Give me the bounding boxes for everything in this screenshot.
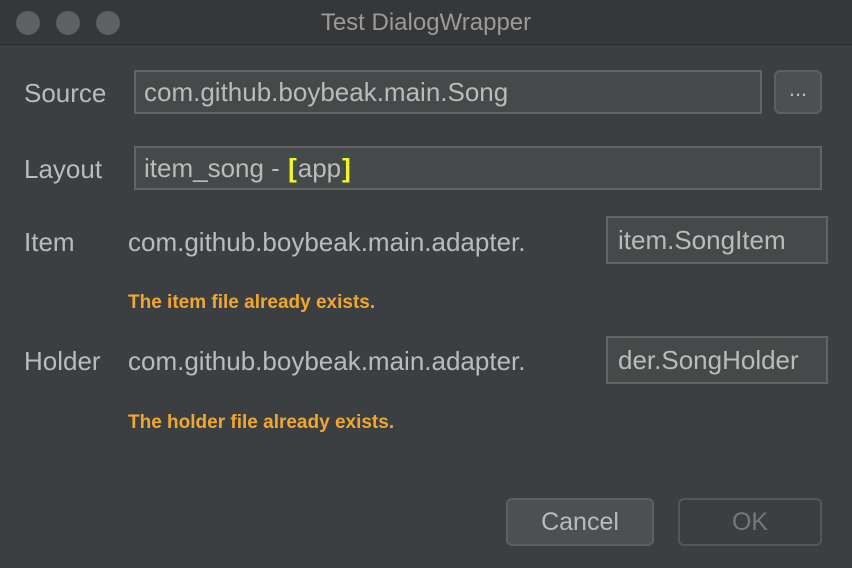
title-bar: Test DialogWrapper (0, 0, 852, 45)
holder-warning: The holder file already exists. (128, 412, 395, 433)
item-field[interactable]: item.SongItem (606, 216, 828, 264)
ok-button[interactable]: OK (678, 498, 822, 546)
holder-label: Holder (24, 346, 101, 376)
holder-field[interactable]: der.SongHolder (606, 336, 828, 384)
layout-bracket-close: ] (341, 152, 352, 184)
item-warning: The item file already exists. (128, 292, 376, 313)
layout-field-prefix: item_song - (144, 152, 288, 183)
layout-field[interactable]: item_song - [app] (134, 146, 822, 190)
layout-label: Layout (24, 154, 103, 184)
source-label: Source (24, 78, 107, 108)
holder-package-prefix: com.github.boybeak.main.adapter. (128, 346, 526, 376)
holder-field-value: der.SongHolder (618, 344, 799, 375)
layout-module: app (297, 152, 342, 183)
item-label: Item (24, 227, 75, 257)
browse-button[interactable]: ... (774, 70, 822, 114)
source-field-value: com.github.boybeak.main.Song (144, 76, 509, 107)
window-title: Test DialogWrapper (320, 9, 532, 36)
item-field-value: item.SongItem (618, 224, 786, 255)
layout-bracket-open: [ (287, 152, 298, 184)
source-field[interactable]: com.github.boybeak.main.Song (134, 70, 762, 114)
cancel-button[interactable]: Cancel (506, 498, 654, 546)
item-package-prefix: com.github.boybeak.main.adapter. (128, 227, 526, 257)
